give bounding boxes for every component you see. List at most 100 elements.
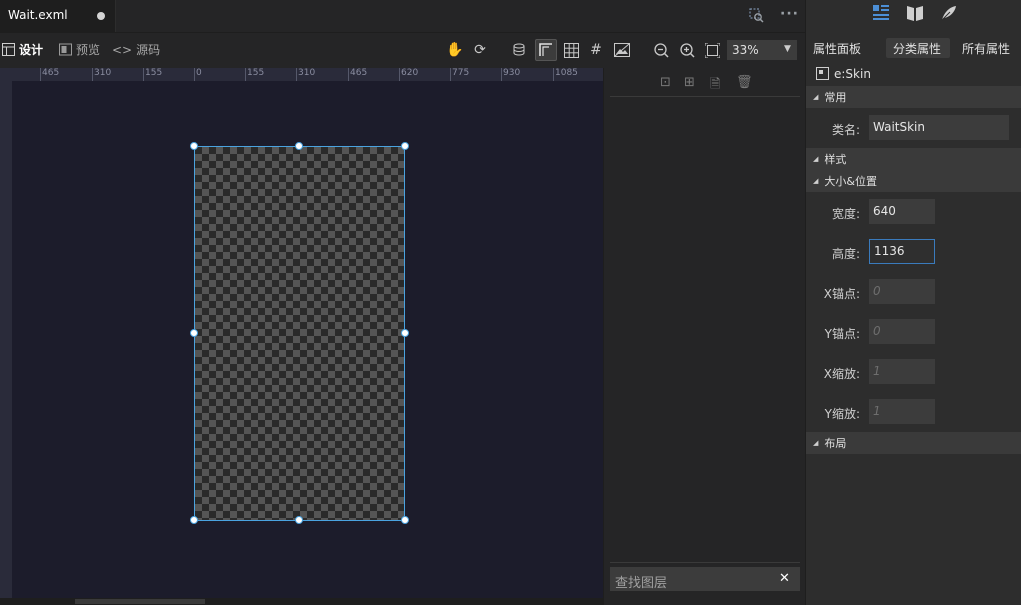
resize-handle-bottom-right[interactable] <box>401 516 409 524</box>
scale-x-placeholder: 1 <box>873 364 881 378</box>
properties-view-icon[interactable] <box>872 4 890 26</box>
book-icon[interactable] <box>906 4 924 26</box>
divider <box>610 562 800 563</box>
collapse-triangle-icon: ◢ <box>813 93 819 101</box>
ruler-tick <box>194 68 195 81</box>
preview-mode-label: 预览 <box>76 43 101 57</box>
scrollbar-thumb[interactable] <box>75 599 205 604</box>
class-name-value: WaitSkin <box>873 120 925 134</box>
class-name-field[interactable]: WaitSkin <box>869 115 1009 140</box>
ruler-horizontal: 465 310 155 0 155 310 465 620 775 930 10… <box>0 68 603 82</box>
width-value: 640 <box>873 204 896 218</box>
zoom-out-icon[interactable] <box>650 39 672 61</box>
resize-handle-left[interactable] <box>190 329 198 337</box>
height-field[interactable]: 1136 <box>869 239 935 264</box>
height-value: 1136 <box>874 244 905 258</box>
trash-icon[interactable]: 🗑 <box>736 75 753 90</box>
section-style[interactable]: ◢ 样式 <box>806 148 1021 170</box>
layer-search-placeholder: 查找图层 <box>615 576 668 591</box>
ruler-label: 0 <box>196 68 202 78</box>
preview-mode-button[interactable]: 预览 <box>59 41 100 58</box>
collapse-triangle-icon: ◢ <box>813 155 819 163</box>
width-field[interactable]: 640 <box>869 199 935 224</box>
ungroup-icon[interactable]: ⊞ <box>684 75 695 90</box>
ruler-label: 465 <box>350 68 368 78</box>
tab-all-props[interactable]: 所有属性 <box>962 40 1010 57</box>
ruler-label: 310 <box>94 68 112 78</box>
ruler-label: 930 <box>503 68 521 78</box>
section-size-position[interactable]: ◢ 大小&位置 <box>806 170 1021 192</box>
scale-y-field[interactable]: 1 <box>869 399 935 424</box>
anchor-x-label: X锚点: <box>823 287 860 301</box>
width-label: 宽度: <box>831 207 860 221</box>
ruler-tick <box>501 68 502 81</box>
ruler-tick <box>143 68 144 81</box>
scale-y-placeholder: 1 <box>873 404 881 418</box>
class-name-label: 类名: <box>831 123 860 137</box>
resize-handle-bottom[interactable] <box>295 516 303 524</box>
zoom-in-icon[interactable] <box>676 39 698 61</box>
layer-toolbar: ⊡ ⊞ 🗎 🗑 <box>610 74 800 97</box>
section-layout[interactable]: ◢ 布局 <box>806 432 1021 454</box>
snap-grid-icon[interactable]: # <box>585 39 607 61</box>
ruler-label: 310 <box>298 68 316 78</box>
resize-handle-top[interactable] <box>295 142 303 150</box>
layout-icon <box>2 43 15 56</box>
ruler-label: 1085 <box>555 68 578 78</box>
resize-handle-top-left[interactable] <box>190 142 198 150</box>
skin-artboard[interactable] <box>194 146 405 521</box>
skin-icon <box>816 67 829 83</box>
chevron-down-icon[interactable]: ▼ <box>784 44 791 54</box>
scale-x-label: X缩放: <box>823 367 860 381</box>
anchor-x-field[interactable]: 0 <box>869 279 935 304</box>
preview-icon <box>59 43 72 56</box>
close-icon[interactable]: ✕ <box>779 571 790 586</box>
resize-handle-bottom-left[interactable] <box>190 516 198 524</box>
ruler-tick <box>40 68 41 81</box>
design-mode-button[interactable]: 设计 <box>2 41 43 58</box>
section-title: 大小&位置 <box>824 175 877 188</box>
zoom-value: 33% <box>732 43 759 57</box>
ruler-label: 155 <box>247 68 265 78</box>
layer-panel <box>603 68 806 605</box>
resize-handle-top-right[interactable] <box>401 142 409 150</box>
section-title: 样式 <box>824 153 847 166</box>
anchor-y-label: Y锚点: <box>824 327 860 341</box>
ruler-tick <box>348 68 349 81</box>
resource-icon[interactable] <box>509 39 531 61</box>
ruler-tick <box>399 68 400 81</box>
component-type-label: e:Skin <box>834 67 871 81</box>
grid-icon[interactable] <box>560 39 582 61</box>
anchor-y-placeholder: 0 <box>873 324 881 338</box>
ruler-tick <box>450 68 451 81</box>
source-mode-button[interactable]: <> 源码 <box>112 41 160 58</box>
unsaved-dot-icon[interactable] <box>97 12 105 20</box>
align-guide-icon[interactable] <box>535 39 557 61</box>
file-tab-title: Wait.exml <box>8 8 68 22</box>
editor-tab-bar <box>0 0 805 33</box>
scale-x-field[interactable]: 1 <box>869 359 935 384</box>
ruler-label: 155 <box>145 68 163 78</box>
section-title: 常用 <box>824 91 847 104</box>
tab-property-panel[interactable]: 属性面板 <box>813 40 861 57</box>
fit-screen-icon[interactable] <box>701 39 723 61</box>
resize-handle-right[interactable] <box>401 329 409 337</box>
ruler-label: 465 <box>42 68 60 78</box>
tab-category-props[interactable]: 分类属性 <box>893 40 941 57</box>
collapse-triangle-icon: ◢ <box>813 439 819 447</box>
anchor-y-field[interactable]: 0 <box>869 319 935 344</box>
anchor-x-placeholder: 0 <box>873 284 881 298</box>
group-icon[interactable]: ⊡ <box>660 75 671 90</box>
ruler-label: 775 <box>452 68 470 78</box>
hand-tool-icon[interactable]: ✋ <box>444 39 466 61</box>
feather-icon[interactable] <box>940 4 958 26</box>
file-tab[interactable]: Wait.exml <box>0 0 116 32</box>
ts-file-icon[interactable]: 🗎 <box>710 75 720 97</box>
scale-y-label: Y缩放: <box>824 407 860 421</box>
ruler-tick <box>553 68 554 81</box>
refresh-icon[interactable]: ⟳ <box>469 39 491 61</box>
image-toggle-icon[interactable] <box>611 39 633 61</box>
section-common[interactable]: ◢ 常用 <box>806 86 1021 108</box>
locate-icon[interactable] <box>748 7 764 27</box>
more-icon[interactable]: ··· <box>780 6 799 22</box>
